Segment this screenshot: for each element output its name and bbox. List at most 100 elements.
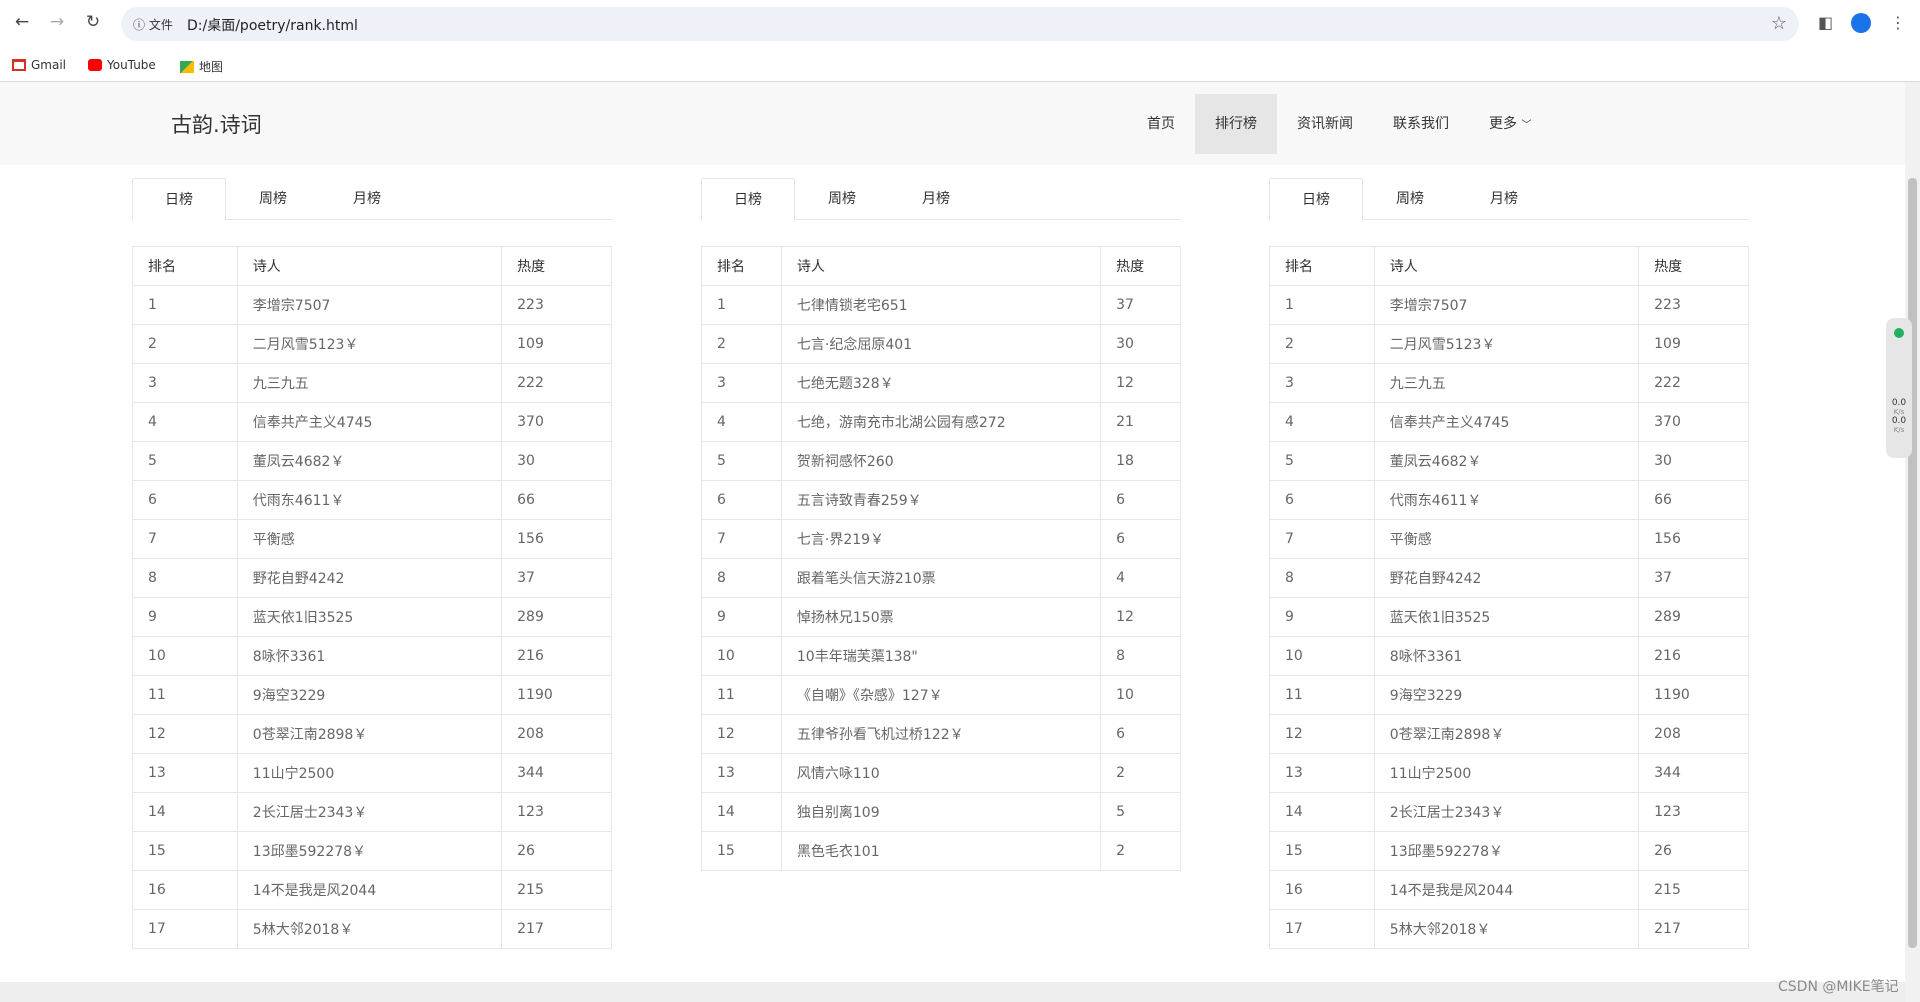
site-logo[interactable]: 古韵.诗词: [171, 109, 262, 139]
rank-panel-1: 日榜 周榜 月榜 排名 诗人 热度 1 李增宗7507 223 2 二月风雪5123￥ 1…: [132, 178, 612, 949]
rank-cell: 8: [132, 558, 238, 598]
col-heat-header: 热度: [1100, 246, 1181, 286]
site-info-chip[interactable]: ⓘ 文件: [133, 16, 173, 33]
poet-cell: 平衡感: [236, 519, 503, 559]
rank-cell: 12: [132, 714, 238, 754]
rank-table: 排名 诗人 热度 1 李增宗7507 223 2 二月风雪5123￥ 109 3 九三九五 22…: [1269, 246, 1749, 949]
heat-cell: 217: [1638, 909, 1749, 949]
heat-cell: 30: [1100, 324, 1181, 364]
rank-cell: 15: [1269, 831, 1375, 871]
heat-cell: 344: [501, 753, 612, 793]
download-speed: 0.0: [1891, 416, 1907, 426]
poet-cell: 13邱墨592278￥: [1373, 831, 1640, 871]
poet-cell: 独自别离109: [780, 792, 1102, 832]
bookmark-youtube[interactable]: YouTube: [88, 58, 156, 72]
heat-cell: 208: [501, 714, 612, 754]
nav-rank[interactable]: 排行榜: [1195, 94, 1277, 154]
poet-cell: 代雨东4611￥: [1373, 480, 1640, 520]
menu-kebab-icon[interactable]: ⋮: [1890, 13, 1906, 32]
poet-cell: 平衡感: [1373, 519, 1640, 559]
main-nav: 首页 排行榜 资讯新闻 联系我们 更多 ﹀: [1127, 94, 1551, 154]
heat-cell: 12: [1100, 597, 1181, 637]
rank-cell: 4: [1269, 402, 1375, 442]
rank-cell: 8: [1269, 558, 1375, 598]
address-bar[interactable]: ⓘ 文件 D:/桌面/poetry/rank.html ☆: [121, 7, 1799, 41]
page-scrollbar[interactable]: [1905, 82, 1920, 1002]
nav-home[interactable]: 首页: [1127, 94, 1195, 154]
side-panel-icon[interactable]: ◧: [1818, 13, 1833, 32]
poet-cell: 跟着笔头信天游210票: [780, 558, 1102, 598]
rank-cell: 5: [132, 441, 238, 481]
rank-cell: 17: [132, 909, 238, 949]
table-row: 3 七绝无题328￥ 12: [701, 363, 1181, 403]
heat-cell: 156: [501, 519, 612, 559]
table-row: 14 2长江居士2343￥ 123: [132, 792, 612, 832]
tab-daily[interactable]: 日榜: [132, 178, 226, 221]
rank-cell: 1: [701, 285, 782, 325]
heat-cell: 30: [1638, 441, 1749, 481]
network-speed-widget[interactable]: 0.0 K/s 0.0 K/s: [1886, 318, 1912, 458]
rank-cell: 2: [701, 324, 782, 364]
tab-weekly[interactable]: 周榜: [795, 178, 889, 220]
browser-toolbar: ← → ↻ ⓘ 文件 D:/桌面/poetry/rank.html ☆ ◧ ⋮: [0, 0, 1920, 50]
heat-cell: 156: [1638, 519, 1749, 559]
bookmark-gmail[interactable]: Gmail: [12, 58, 66, 72]
nav-contact[interactable]: 联系我们: [1373, 94, 1469, 154]
page: 古韵.诗词 首页 排行榜 资讯新闻 联系我们 更多 ﹀ 日榜 周榜 月榜 排名 …: [0, 82, 1905, 1002]
tab-weekly[interactable]: 周榜: [1363, 178, 1457, 220]
heat-cell: 66: [1638, 480, 1749, 520]
poet-cell: 董凤云4682￥: [1373, 441, 1640, 481]
table-row: 2 二月风雪5123￥ 109: [132, 324, 612, 364]
reload-icon[interactable]: ↻: [83, 12, 103, 32]
tab-monthly[interactable]: 月榜: [320, 178, 414, 220]
poet-cell: 9海空3229: [1373, 675, 1640, 715]
upload-unit: K/s: [1893, 408, 1905, 416]
bookmark-maps[interactable]: 地图: [180, 58, 223, 75]
rank-cell: 11: [132, 675, 238, 715]
url-text[interactable]: D:/桌面/poetry/rank.html: [187, 15, 358, 35]
rank-tabs: 日榜 周榜 月榜: [1269, 178, 1749, 221]
rank-cell: 12: [701, 714, 782, 754]
rank-cell: 6: [701, 480, 782, 520]
tab-monthly[interactable]: 月榜: [889, 178, 983, 220]
profile-avatar[interactable]: [1851, 13, 1871, 33]
tab-daily[interactable]: 日榜: [1269, 178, 1363, 221]
bookmark-label: YouTube: [107, 58, 156, 72]
table-row: 10 10丰年瑞芙蕖138" 8: [701, 636, 1181, 676]
rank-cell: 1: [1269, 285, 1375, 325]
nav-news[interactable]: 资讯新闻: [1277, 94, 1373, 154]
forward-icon[interactable]: →: [47, 12, 67, 32]
nav-more[interactable]: 更多 ﹀: [1469, 94, 1551, 154]
heat-cell: 30: [501, 441, 612, 481]
rank-cell: 11: [1269, 675, 1375, 715]
poet-cell: 风情六咏110: [780, 753, 1102, 793]
tab-daily[interactable]: 日榜: [701, 178, 795, 221]
rank-cell: 5: [701, 441, 782, 481]
tab-monthly[interactable]: 月榜: [1457, 178, 1551, 220]
rank-cell: 1: [132, 285, 238, 325]
col-poet-header: 诗人: [236, 246, 503, 286]
heat-cell: 217: [501, 909, 612, 949]
rank-cell: 7: [132, 519, 238, 559]
rank-cell: 12: [1269, 714, 1375, 754]
maps-icon: [180, 60, 194, 73]
table-row: 13 11山宁2500 344: [132, 753, 612, 793]
poet-cell: 二月风雪5123￥: [1373, 324, 1640, 364]
table-row: 9 悼扬林兄150票 12: [701, 597, 1181, 637]
rank-tabs: 日榜 周榜 月榜: [132, 178, 612, 221]
back-icon[interactable]: ←: [12, 12, 32, 32]
scrollbar-thumb[interactable]: [1908, 178, 1917, 948]
heat-cell: 370: [1638, 402, 1749, 442]
bookmark-star-icon[interactable]: ☆: [1771, 13, 1787, 34]
poet-cell: 七言·界219￥: [780, 519, 1102, 559]
table-row: 17 5林大邻2018￥ 217: [132, 909, 612, 949]
heat-cell: 1190: [501, 675, 612, 715]
heat-cell: 21: [1100, 402, 1181, 442]
poet-cell: 0苍翠江南2898￥: [236, 714, 503, 754]
heat-cell: 6: [1100, 480, 1181, 520]
heat-cell: 6: [1100, 519, 1181, 559]
table-row: 17 5林大邻2018￥ 217: [1269, 909, 1749, 949]
tab-weekly[interactable]: 周榜: [226, 178, 320, 220]
heat-cell: 109: [1638, 324, 1749, 364]
heat-cell: 289: [501, 597, 612, 637]
